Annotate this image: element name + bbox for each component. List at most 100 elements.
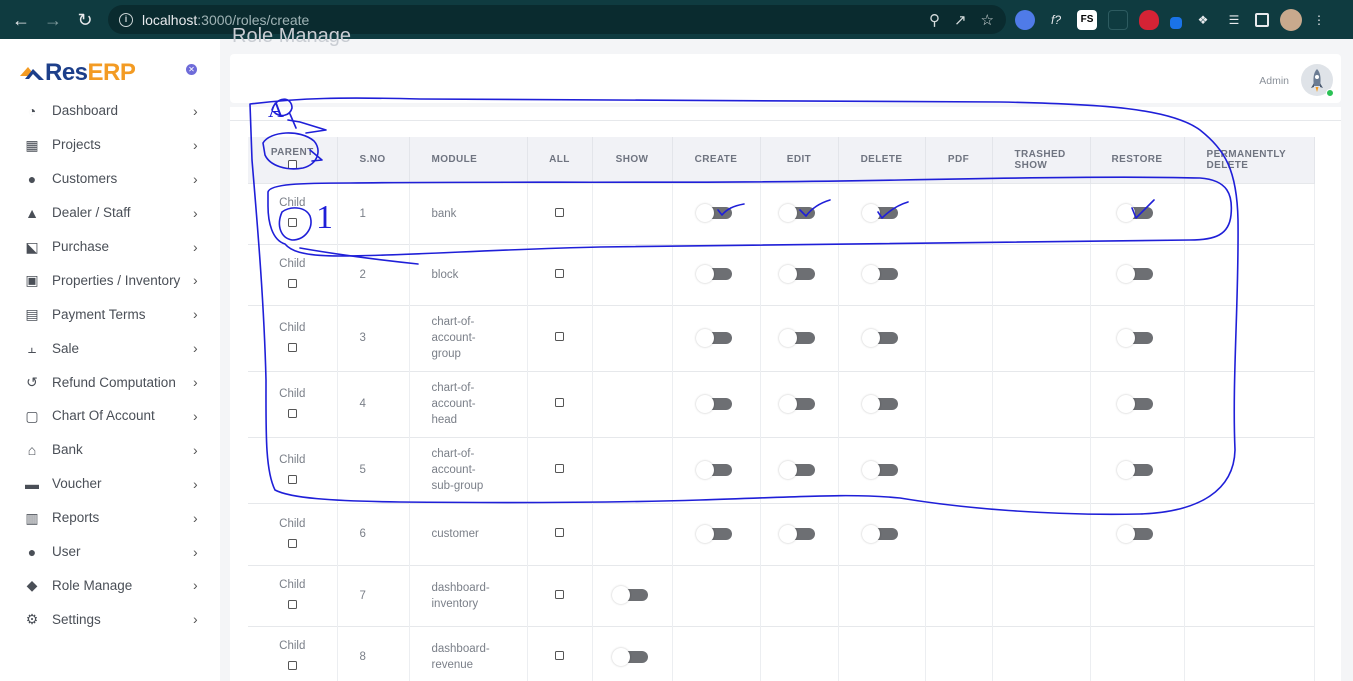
all-checkbox[interactable] [555,464,564,473]
restore-cell [1090,564,1185,626]
all-checkbox[interactable] [555,268,564,278]
sidebar-item-bank[interactable]: ⌂ Bank › [0,433,220,467]
sidebar-item-voucher[interactable]: ▬ Voucher › [0,467,220,501]
child-label: Child [279,321,306,334]
edit-toggle[interactable] [779,328,815,347]
restore-toggle[interactable] [1117,328,1153,347]
sidebar-item-chart-of-account[interactable]: ▢ Chart Of Account › [0,399,220,433]
sidebar-item-properties-inventory[interactable]: ▣ Properties / Inventory › [0,263,220,297]
sidebar-item-dashboard[interactable]: ◔ Dashboard › [0,94,220,128]
puzzle-icon[interactable]: ❖ [1193,10,1213,30]
sidebar-close-icon[interactable]: ✕ [186,64,197,75]
back-icon[interactable]: ← [10,9,32,31]
sidebar-item-projects[interactable]: ▦ Projects › [0,128,220,162]
extension-formula-icon[interactable]: f? [1046,10,1066,30]
edit-toggle[interactable] [779,265,815,284]
delete-toggle[interactable] [861,328,898,347]
extension-pen-icon[interactable] [1170,17,1182,29]
avatar[interactable] [1301,64,1334,97]
side-panel-icon[interactable] [1255,13,1269,27]
sidebar-item-reports[interactable]: ▥ Reports › [0,501,220,535]
sidebar-item-dealer-staff[interactable]: ▲ Dealer / Staff › [0,196,220,230]
forward-icon[interactable]: → [42,9,64,31]
th-create: CREATE [672,137,761,183]
create-toggle[interactable] [696,204,732,223]
child-checkbox[interactable] [287,218,297,227]
edit-toggle[interactable] [779,460,815,479]
all-cell [527,182,593,244]
sidebar-item-label: Refund Computation [52,374,176,390]
edit-toggle[interactable] [779,524,815,543]
child-checkbox[interactable] [287,538,297,548]
create-toggle[interactable] [696,265,732,284]
create-toggle[interactable] [696,394,732,413]
share-icon[interactable]: ↗ [954,11,967,29]
sidebar-item-user[interactable]: ● User › [0,535,220,569]
sidebar-item-payment-terms[interactable]: ▤ Payment Terms › [0,297,220,331]
table-header-row: PARENT S.NO MODULE ALL SHOW CREATE EDIT … [248,137,1315,183]
delete-toggle[interactable] [861,394,898,413]
extension-fs-icon[interactable]: FS [1077,10,1097,30]
media-queue-icon[interactable]: ☰ [1224,10,1244,30]
restore-toggle[interactable] [1117,204,1153,223]
sidebar-item-settings[interactable]: ⚙ Settings › [0,602,220,636]
extension-gray-icon[interactable] [1108,10,1128,30]
all-checkbox[interactable] [555,528,564,537]
sidebar-item-customers[interactable]: ● Customers › [0,162,220,196]
edit-toggle[interactable] [779,394,815,413]
bookmark-star-icon[interactable]: ☆ [981,11,994,29]
restore-toggle[interactable] [1117,524,1153,543]
wallet-icon: ▬ [25,475,39,492]
restore-toggle[interactable] [1117,265,1153,284]
show-toggle[interactable] [612,586,648,605]
extension-shield-icon[interactable] [1139,10,1159,30]
th-edit: EDIT [760,137,839,183]
parent-select-all-checkbox[interactable] [287,160,297,170]
restore-toggle[interactable] [1117,394,1153,413]
reload-icon[interactable]: ↻ [74,9,96,31]
module-cell: chart-of-account-head [409,370,528,437]
edit-cell [760,182,839,244]
child-checkbox[interactable] [287,600,297,609]
module-name: inventory [431,597,479,610]
child-checkbox[interactable] [287,408,297,418]
child-checkbox[interactable] [287,474,297,484]
edit-toggle[interactable] [779,204,815,223]
restore-cell [1090,243,1185,305]
delete-toggle[interactable] [861,204,898,223]
all-checkbox[interactable] [555,332,564,341]
table-row: Child 2 block [248,243,1315,305]
restore-toggle[interactable] [1117,460,1153,479]
sidebar-item-purchase[interactable]: ⬕ Purchase › [0,230,220,264]
site-info-icon[interactable]: i [119,12,133,27]
create-toggle[interactable] [696,328,732,347]
all-checkbox[interactable] [555,398,564,407]
sidebar-item-sale[interactable]: ⫠ Sale › [0,331,220,365]
zoom-icon[interactable]: ⚲ [929,11,940,29]
child-checkbox[interactable] [287,661,297,671]
url-host: localhost [142,11,198,28]
all-checkbox[interactable] [555,650,564,660]
th-trashed-show: TRASHED SHOW [992,137,1091,183]
table-row: Child 4 chart-of-account-head [248,370,1315,437]
delete-cell [838,625,926,681]
child-checkbox[interactable] [287,342,297,352]
kebab-menu-icon[interactable]: ⋮ [1313,10,1325,30]
all-checkbox[interactable] [555,207,564,217]
child-checkbox[interactable] [287,279,297,288]
logo[interactable]: ResERP [19,58,136,88]
delete-toggle[interactable] [861,460,898,479]
all-checkbox[interactable] [555,589,564,599]
delete-toggle[interactable] [861,265,898,284]
profile-avatar-icon[interactable] [1280,9,1302,31]
th-parent-label: PARENT [270,147,314,159]
create-toggle[interactable] [696,524,732,543]
parent-cell: Child [248,182,338,244]
show-toggle[interactable] [612,647,648,666]
sidebar-item-role-manage[interactable]: ◆ Role Manage › [0,568,220,602]
sidebar-item-label: Properties / Inventory [52,272,181,288]
extension-search-icon[interactable] [1015,10,1035,30]
sidebar-item-refund-computation[interactable]: ↺ Refund Computation › [0,365,220,399]
create-toggle[interactable] [696,460,732,479]
delete-toggle[interactable] [861,524,898,543]
